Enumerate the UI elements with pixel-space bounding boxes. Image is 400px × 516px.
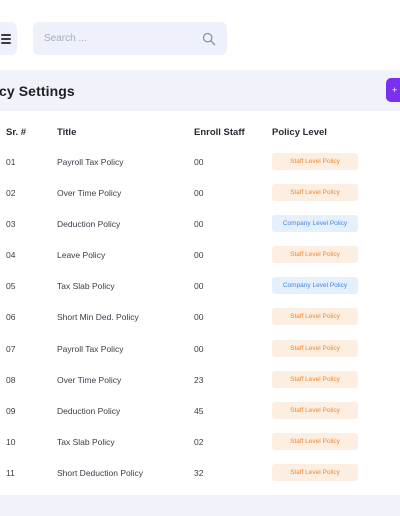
table-footer bbox=[0, 495, 400, 516]
cell-title: Payroll Tax Policy bbox=[57, 157, 124, 167]
table-row[interactable]: 10 Tax Slab Policy 02 Staff Level Policy bbox=[0, 428, 400, 459]
table-row[interactable]: 03 Deduction Policy 00 Company Level Policy bbox=[0, 210, 400, 241]
policy-level-badge: Staff Level Policy bbox=[272, 370, 358, 388]
cell-sr: 01 bbox=[6, 157, 16, 167]
add-policy-button[interactable]: + bbox=[386, 78, 400, 102]
cell-sr: 02 bbox=[6, 188, 16, 199]
menu-button[interactable] bbox=[0, 22, 17, 55]
cell-sr: 07 bbox=[6, 343, 16, 354]
column-header-sr: Sr. # bbox=[6, 127, 27, 138]
table-row[interactable]: 01 Payroll Tax Policy 00 Staff Level Policy bbox=[0, 148, 400, 179]
policy-level-badge: Staff Level Policy bbox=[272, 184, 358, 202]
policy-level-badge: Staff Level Policy bbox=[272, 153, 358, 170]
column-header-policy-level: Policy Level bbox=[272, 127, 327, 138]
table-row[interactable]: 02 Over Time Policy 00 Staff Level Policy bbox=[0, 179, 400, 210]
policy-level-badge: Staff Level Policy bbox=[272, 339, 358, 357]
table-header: Sr. # Title Enroll Staff Policy Level bbox=[0, 118, 400, 148]
policy-level-badge: Staff Level Policy bbox=[272, 432, 358, 450]
cell-sr: 06 bbox=[6, 312, 16, 323]
cell-title: Payroll Tax Policy bbox=[57, 343, 124, 354]
table-row[interactable]: 06 Short Min Ded. Policy 00 Staff Level Pol… bbox=[0, 303, 400, 334]
cell-title: Over Time Policy bbox=[57, 374, 122, 385]
cell-sr: 04 bbox=[6, 250, 16, 261]
table-row[interactable]: 11 Short Deduction Policy 32 Staff Level Po… bbox=[0, 459, 400, 490]
table-row[interactable]: 09 Deduction Policy 45 Staff Level Policy bbox=[0, 397, 400, 428]
page-title: licy Settings bbox=[0, 82, 75, 99]
cell-title: Over Time Policy bbox=[57, 188, 122, 199]
table-row[interactable]: 08 Over Time Policy 23 Staff Level Policy bbox=[0, 366, 400, 397]
policy-level-badge: Company Level Policy bbox=[272, 215, 358, 233]
cell-title: Tax Slab Policy bbox=[57, 281, 115, 292]
cell-enroll-staff: 00 bbox=[194, 343, 204, 354]
search-box[interactable] bbox=[33, 22, 227, 55]
plus-icon: + bbox=[392, 85, 398, 95]
policy-level-badge: Staff Level Policy bbox=[272, 463, 358, 481]
cell-sr: 09 bbox=[6, 405, 16, 416]
policy-table: Sr. # Title Enroll Staff Policy Level 01… bbox=[0, 118, 400, 490]
cell-enroll-staff: 00 bbox=[194, 219, 204, 230]
cell-enroll-staff: 00 bbox=[194, 281, 204, 292]
cell-enroll-staff: 00 bbox=[194, 157, 204, 167]
top-bar bbox=[0, 0, 400, 72]
cell-title: Short Min Ded. Policy bbox=[57, 312, 139, 323]
cell-title: Short Deduction Policy bbox=[57, 467, 143, 478]
cell-enroll-staff: 23 bbox=[194, 374, 204, 385]
table-row[interactable]: 04 Leave Policy 00 Staff Level Policy bbox=[0, 241, 400, 272]
cell-sr: 03 bbox=[6, 219, 16, 230]
cell-enroll-staff: 00 bbox=[194, 250, 204, 261]
policy-level-badge: Staff Level Policy bbox=[272, 246, 358, 264]
policy-level-badge: Company Level Policy bbox=[272, 277, 358, 295]
table-row[interactable]: 07 Payroll Tax Policy 00 Staff Level Policy bbox=[0, 335, 400, 366]
cell-enroll-staff: 00 bbox=[194, 188, 204, 199]
search-input[interactable] bbox=[44, 33, 202, 44]
page-header: licy Settings + bbox=[0, 70, 400, 111]
cell-title: Tax Slab Policy bbox=[57, 436, 115, 447]
cell-enroll-staff: 45 bbox=[194, 405, 204, 416]
cell-title: Deduction Policy bbox=[57, 219, 121, 230]
cell-sr: 08 bbox=[6, 374, 16, 385]
column-header-enroll-staff: Enroll Staff bbox=[194, 127, 245, 138]
cell-sr: 05 bbox=[6, 281, 16, 292]
search-icon[interactable] bbox=[202, 32, 216, 46]
cell-sr: 10 bbox=[6, 436, 16, 447]
cell-enroll-staff: 00 bbox=[194, 312, 204, 323]
cell-title: Deduction Policy bbox=[57, 405, 121, 416]
cell-sr: 11 bbox=[6, 467, 15, 478]
policy-level-badge: Staff Level Policy bbox=[272, 401, 358, 419]
cell-title: Leave Policy bbox=[57, 250, 106, 261]
policy-level-badge: Staff Level Policy bbox=[272, 308, 358, 326]
table-row[interactable]: 05 Tax Slab Policy 00 Company Level Policy bbox=[0, 272, 400, 303]
cell-enroll-staff: 32 bbox=[194, 467, 204, 478]
column-header-title: Title bbox=[57, 127, 77, 138]
cell-enroll-staff: 02 bbox=[194, 436, 204, 447]
hamburger-icon bbox=[1, 33, 11, 44]
table-body: 01 Payroll Tax Policy 00 Staff Level Policy… bbox=[0, 148, 400, 490]
